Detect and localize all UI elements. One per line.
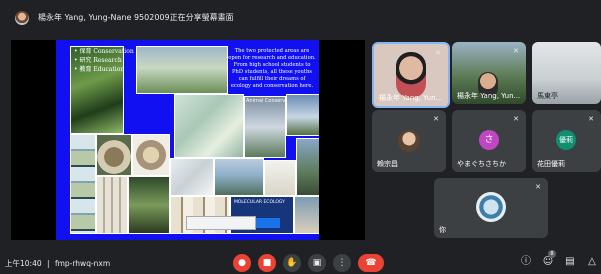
slide-photo-sea <box>286 94 319 136</box>
participant-avatar: さ <box>479 130 499 150</box>
participant-video <box>396 52 426 98</box>
slide-bullets: • 保育 Conservation • 研究 Research • 教育 Edu… <box>74 47 134 74</box>
slide-photo-wetland <box>214 158 264 196</box>
participant-avatar <box>476 192 506 222</box>
slide-photo-fieldwork <box>296 138 319 196</box>
participant-tile-5[interactable]: 優莉 ✕ 花田優莉 <box>532 110 601 172</box>
separator: | <box>47 259 50 268</box>
slide-photo-bottles <box>96 176 128 234</box>
molecular-ecology-label: MOLECULAR ECOLOGY <box>234 200 285 205</box>
activities-icon[interactable]: △ <box>585 255 599 269</box>
mic-off-icon: ✕ <box>513 47 519 55</box>
slide-paragraph: The two protected areas are open for res… <box>228 48 316 89</box>
participant-tile-0[interactable]: ✕ 楊永年 Yang, Yun... <box>372 42 450 108</box>
raise-hand-icon[interactable]: ✋ <box>283 254 301 272</box>
participant-name: 花田優莉 <box>537 160 565 168</box>
slide-photo-organisms <box>70 134 96 234</box>
participant-tile-3[interactable]: ✕ 賴宗昌 <box>372 110 446 172</box>
participant-avatar <box>398 130 420 152</box>
participant-name: 賴宗昌 <box>377 160 398 168</box>
slide-photo-dragonfly <box>170 158 214 196</box>
bullet-research: • 研究 Research <box>74 57 122 64</box>
mic-off-icon: ✕ <box>588 115 594 123</box>
mic-off-icon: ✕ <box>535 183 541 191</box>
screen-share-notice <box>186 216 256 230</box>
participant-avatar: 優莉 <box>556 130 576 150</box>
chat-icon[interactable]: ▤ <box>563 255 577 269</box>
meeting-code: fmp-rhwq-nxm <box>54 259 111 268</box>
meeting-details: 上午10:40 | fmp-rhwq-nxm <box>5 258 110 269</box>
participant-name: 楊永年 Yang, Yun... <box>379 94 443 102</box>
people-count-badge: 8 <box>548 250 556 258</box>
mic-off-icon[interactable]: ● <box>233 254 251 272</box>
participant-tile-4[interactable]: さ ✕ やまぐちさちか <box>452 110 526 172</box>
participant-name: やまぐちさちか <box>457 160 506 168</box>
slide-photo-heron <box>244 96 286 158</box>
shared-screen: • 保育 Conservation • 研究 Research • 教育 Edu… <box>11 40 365 240</box>
notice-button[interactable] <box>256 218 280 228</box>
participant-name: 馬東亭 <box>537 92 558 100</box>
participant-name: 楊永年 Yang, Yun... <box>457 92 521 100</box>
slide-photo-birds <box>136 46 228 94</box>
slide-photo-plants <box>128 176 170 234</box>
mic-off-icon: ✕ <box>433 115 439 123</box>
mic-off-icon: ✕ <box>435 49 441 57</box>
presenter-avatar <box>15 11 29 25</box>
participant-name: 你 <box>439 226 446 234</box>
more-options-icon[interactable]: ⋮ <box>333 254 351 272</box>
camera-off-icon[interactable]: ■ <box>258 254 276 272</box>
participant-tile-1[interactable]: ✕ 楊永年 Yang, Yun... <box>452 42 526 104</box>
slide-photo-shell <box>132 134 170 176</box>
hang-up-icon[interactable]: ☎ <box>358 254 384 272</box>
slide-photo-students <box>294 196 319 234</box>
presenter-bar: 楊永年 Yang, Yung-Nane 9502009正在分享螢幕畫面 <box>0 0 601 38</box>
slide-map <box>174 94 244 158</box>
presentation-slide: • 保育 Conservation • 研究 Research • 教育 Edu… <box>56 40 319 240</box>
participant-tile-self[interactable]: ✕ 你 <box>434 178 548 238</box>
bullet-conservation: • 保育 Conservation <box>74 48 134 55</box>
slide-photo-snail <box>96 134 132 176</box>
bottom-bar: 上午10:40 | fmp-rhwq-nxm ● ■ ✋ ▣ ⋮ ☎ ⓘ ☺ 8… <box>0 246 601 274</box>
bullet-education: • 教育 Education <box>74 66 125 73</box>
presenter-text: 楊永年 Yang, Yung-Nane 9502009正在分享螢幕畫面 <box>38 13 234 22</box>
mic-off-icon: ✕ <box>513 115 519 123</box>
info-icon[interactable]: ⓘ <box>519 255 533 269</box>
present-icon[interactable]: ▣ <box>308 254 326 272</box>
slide-photo-specimen <box>264 160 296 196</box>
clock-time: 上午10:40 <box>5 259 42 268</box>
participant-tile-2[interactable]: 馬東亭 <box>532 42 601 104</box>
